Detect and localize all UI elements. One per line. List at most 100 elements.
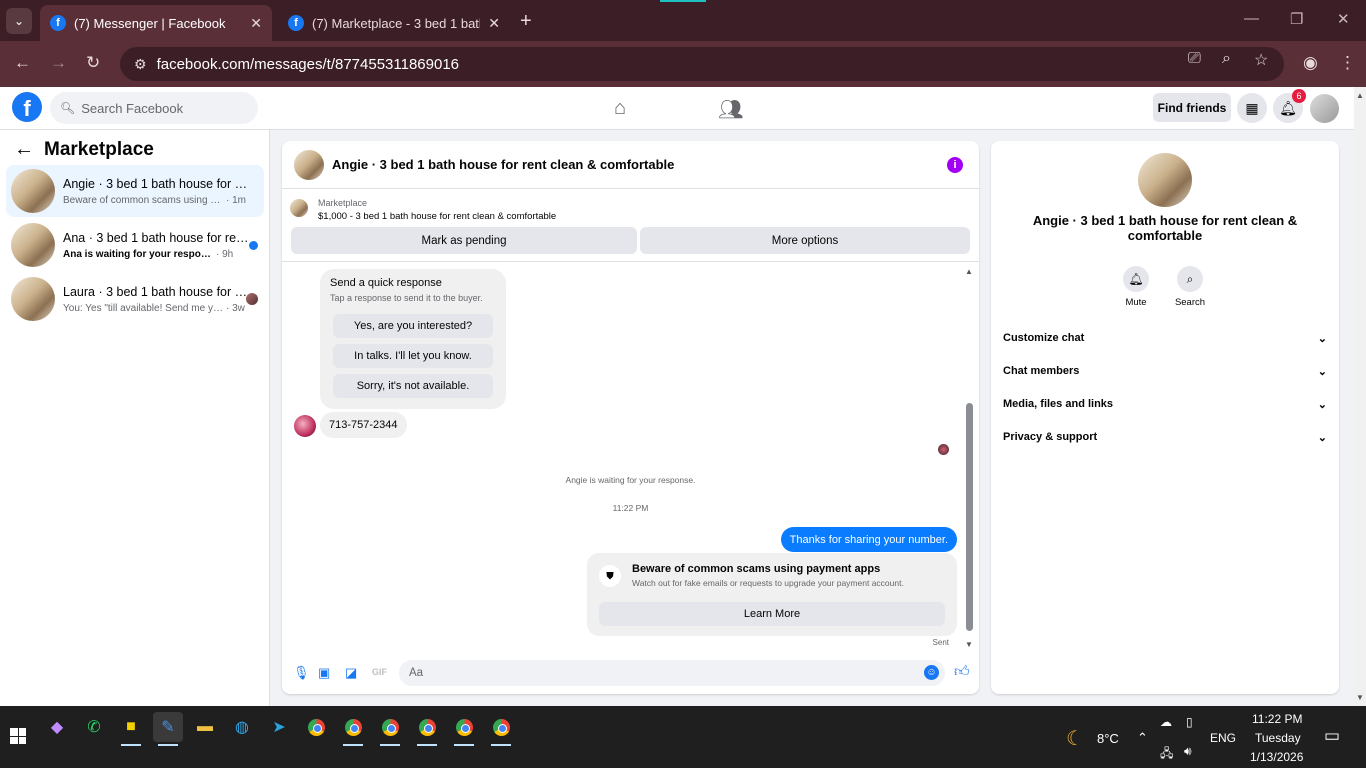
network-icon[interactable]: 🖧︎	[1160, 744, 1173, 765]
back-icon[interactable]: ←	[14, 53, 31, 73]
chevron-down-icon: ⌄	[1317, 365, 1327, 378]
scroll-down-icon[interactable]: ▼	[1356, 693, 1364, 702]
pinned-app-icon[interactable]: ✎	[153, 712, 183, 746]
info-icon[interactable]: i	[947, 157, 963, 173]
friends-icon[interactable]: 👥︎	[718, 97, 743, 122]
mark-as-pending-button[interactable]: Mark as pending	[291, 227, 637, 254]
restore-icon[interactable]: ❐	[1290, 10, 1303, 28]
search-action[interactable]: ⌕ Search	[1160, 266, 1220, 308]
quick-response-card: Send a quick response Tap a response to …	[320, 269, 506, 409]
search-input[interactable]: 🔍︎ Search Facebook	[50, 92, 258, 124]
minimize-icon[interactable]: —	[1244, 10, 1259, 27]
emoji-icon[interactable]: ☺	[924, 665, 939, 680]
whatsapp-icon[interactable]: ✆	[79, 712, 109, 742]
close-window-icon[interactable]: ✕	[1337, 10, 1350, 28]
notification-center-icon[interactable]: ▭	[1324, 726, 1340, 746]
chrome-icon[interactable]	[375, 712, 405, 746]
tab-marketplace[interactable]: f (7) Marketplace - 3 bed 1 bath house f…	[278, 5, 510, 41]
show-hidden-icons[interactable]: ⌃	[1137, 730, 1148, 746]
file-explorer-icon[interactable]: ▬	[190, 712, 220, 742]
copilot-icon[interactable]: ◆	[42, 712, 72, 742]
onedrive-icon[interactable]: ☁	[1160, 715, 1172, 729]
quick-response-button[interactable]: Sorry, it's not available.	[333, 374, 493, 398]
scroll-up-icon[interactable]: ▲	[1356, 91, 1364, 100]
listing-price-title[interactable]: $1,000 - 3 bed 1 bath house for rent cle…	[318, 211, 556, 222]
learn-more-button[interactable]: Learn More	[599, 602, 945, 626]
bookmark-star-icon[interactable]: ☆	[1254, 50, 1268, 70]
chat-panel: Angie · 3 bed 1 bath house for rent clea…	[282, 141, 979, 694]
facebook-favicon-icon: f	[50, 15, 66, 31]
quick-response-button[interactable]: In talks. I'll let you know.	[333, 344, 493, 368]
chrome-icon[interactable]	[449, 712, 479, 746]
chrome-icon[interactable]	[301, 712, 331, 742]
close-tab-icon[interactable]: ✕	[488, 15, 500, 32]
waiting-note: Angie is waiting for your response.	[565, 475, 696, 485]
weather-moon-icon[interactable]: ☾	[1066, 726, 1084, 751]
scroll-up-icon[interactable]: ▲	[965, 267, 973, 276]
home-icon[interactable]: ⌂	[614, 97, 626, 120]
conversation-avatar[interactable]	[1138, 153, 1192, 207]
facebook-logo-icon[interactable]: f	[12, 92, 42, 122]
received-message[interactable]: 713-757-2344	[320, 412, 407, 438]
scrollbar-thumb[interactable]	[966, 403, 973, 631]
chat-avatar[interactable]	[294, 149, 324, 180]
conversation-item[interactable]: Angie · 3 bed 1 bath house for rent... B…	[6, 165, 264, 217]
clock-date[interactable]: 1/13/2026	[1250, 750, 1303, 764]
thumbs-up-icon[interactable]: 👍︎	[954, 663, 970, 681]
chat-scrollbar[interactable]: ▲ ▼	[965, 267, 974, 649]
chrome-icon[interactable]	[412, 712, 442, 746]
device-icon[interactable]: ▯	[1186, 715, 1193, 729]
conversation-item[interactable]: Laura · 3 bed 1 bath house for re... You…	[6, 273, 264, 325]
menu-grid-icon[interactable]: ▦	[1237, 93, 1267, 123]
find-friends-button[interactable]: Find friends	[1153, 93, 1231, 122]
photo-icon[interactable]: ▣	[318, 665, 330, 681]
tab-messenger[interactable]: f (7) Messenger | Facebook ✕	[40, 5, 272, 41]
reload-icon[interactable]: ↻	[86, 53, 100, 73]
clock-day[interactable]: Tuesday	[1255, 731, 1301, 745]
quick-response-button[interactable]: Yes, are you interested?	[333, 314, 493, 338]
browser-menu-icon[interactable]: ⋮	[1339, 53, 1356, 73]
back-arrow-icon[interactable]: ←	[14, 138, 34, 161]
edge-icon[interactable]: ◍	[227, 712, 257, 742]
site-info-icon[interactable]: ⚙	[134, 56, 147, 73]
listing-thumbnail[interactable]	[290, 199, 308, 217]
section-media-files-links[interactable]: Media, files and links ⌄	[1003, 391, 1327, 417]
profile-icon[interactable]: ◉	[1303, 53, 1318, 73]
sender-avatar[interactable]	[294, 415, 316, 437]
section-customize-chat[interactable]: Customize chat ⌄	[1003, 325, 1327, 351]
clock-time[interactable]: 11:22 PM	[1252, 712, 1302, 726]
conversation-info-title: Angie · 3 bed 1 bath house for rent clea…	[1032, 213, 1298, 243]
volume-icon[interactable]: 🔊︎	[1184, 744, 1192, 759]
tab-title: (7) Messenger | Facebook	[74, 15, 226, 31]
gif-icon[interactable]: GIF	[372, 667, 387, 677]
weather-temp[interactable]: 8°C	[1097, 731, 1119, 746]
shield-icon: ⛊	[599, 565, 621, 587]
chat-title[interactable]: Angie · 3 bed 1 bath house for rent clea…	[332, 157, 674, 172]
more-options-button[interactable]: More options	[640, 227, 970, 254]
zoom-icon[interactable]: ⌕	[1222, 50, 1231, 68]
section-privacy-support[interactable]: Privacy & support ⌄	[1003, 424, 1327, 450]
section-label: Media, files and links	[1003, 398, 1114, 410]
mute-action[interactable]: 🔔︎ Mute	[1106, 266, 1166, 308]
chrome-icon[interactable]	[338, 712, 368, 746]
tab-search-button[interactable]: ⌄	[6, 8, 32, 34]
address-bar[interactable]: ⚙ facebook.com/messages/t/87745531186901…	[120, 47, 1284, 81]
microphone-icon[interactable]: 🎙︎	[293, 665, 310, 681]
chrome-icon[interactable]	[486, 712, 516, 746]
windows-start-icon[interactable]	[10, 728, 26, 744]
install-app-icon[interactable]: ⎚	[1188, 50, 1201, 68]
conversation-item[interactable]: Ana · 3 bed 1 bath house for rent... Ana…	[6, 219, 264, 271]
forward-icon[interactable]: →	[50, 53, 67, 73]
page-scrollbar[interactable]: ▲ ▼	[1354, 87, 1366, 706]
telegram-icon[interactable]: ➤	[264, 712, 294, 742]
sent-message[interactable]: Thanks for sharing your number.	[780, 527, 957, 552]
section-chat-members[interactable]: Chat members ⌄	[1003, 358, 1327, 384]
account-avatar[interactable]	[1310, 94, 1339, 123]
close-tab-icon[interactable]: ✕	[250, 15, 262, 32]
message-input[interactable]: Aa ☺	[399, 660, 945, 686]
language-indicator[interactable]: ENG	[1210, 731, 1236, 745]
new-tab-button[interactable]: +	[520, 10, 532, 33]
sticker-icon[interactable]: ◪	[345, 665, 357, 681]
scroll-down-icon[interactable]: ▼	[965, 640, 973, 649]
sticky-notes-icon[interactable]: ■	[116, 712, 146, 746]
